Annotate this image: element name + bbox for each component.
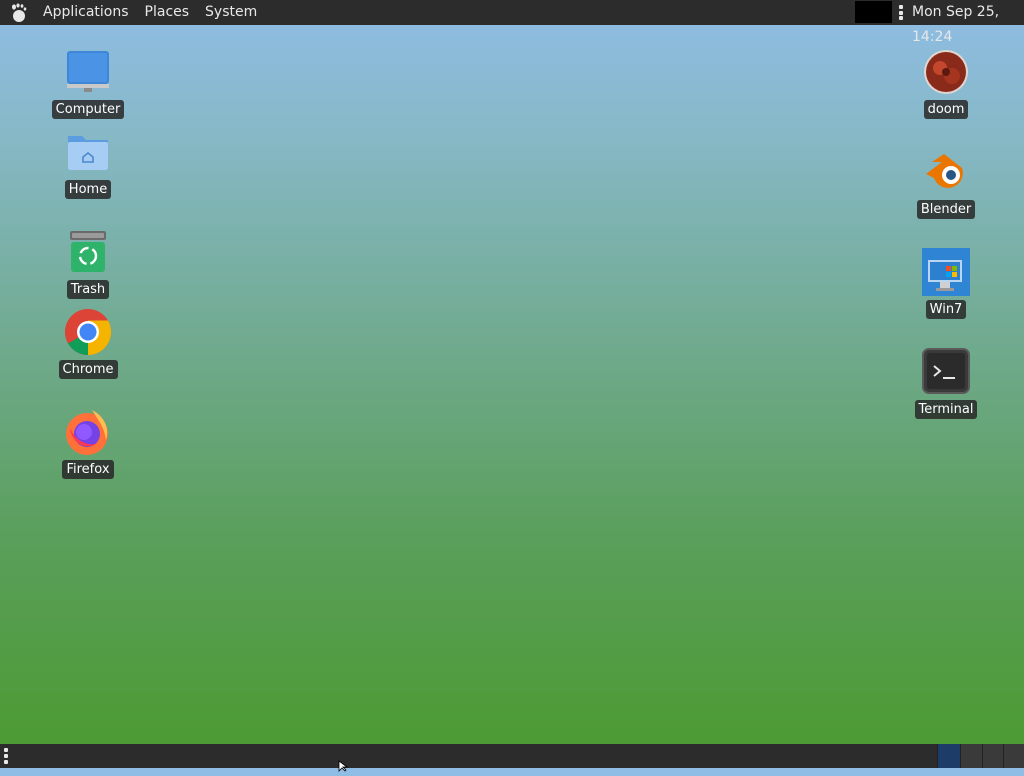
icon-label: doom <box>923 100 969 119</box>
terminal-icon <box>922 348 970 396</box>
desktop-icon-home[interactable]: Home <box>48 128 128 199</box>
menu-applications[interactable]: Applications <box>35 0 137 25</box>
menu-places[interactable]: Places <box>137 0 198 25</box>
blender-icon <box>922 148 970 196</box>
icon-label: Trash <box>66 280 110 299</box>
workspace-3[interactable] <box>982 744 1005 768</box>
desktop-icon-terminal[interactable]: Terminal <box>906 348 986 419</box>
desktop-icon-computer[interactable]: Computer <box>48 48 128 119</box>
workspace-4[interactable] <box>1003 744 1024 768</box>
tray-area[interactable] <box>855 1 892 23</box>
computer-icon <box>64 48 112 96</box>
firefox-icon <box>64 408 112 456</box>
desktop-icon-win7[interactable]: Win7 <box>906 248 986 319</box>
icon-label: Computer <box>51 100 125 119</box>
panel-handle-icon[interactable] <box>899 5 903 20</box>
icon-label: Home <box>64 180 112 199</box>
doom-icon <box>922 48 970 96</box>
panel-handle-icon[interactable] <box>4 748 8 764</box>
clock[interactable]: Mon Sep 25, 14:24 <box>912 0 1024 50</box>
home-folder-icon <box>64 128 112 176</box>
icon-label: Blender <box>916 200 976 219</box>
desktop-icon-doom[interactable]: doom <box>906 48 986 119</box>
icon-label: Chrome <box>58 360 118 379</box>
icon-label: Firefox <box>62 460 114 479</box>
desktop-icon-chrome[interactable]: Chrome <box>48 308 128 379</box>
desktop-icon-trash[interactable]: Trash <box>48 228 128 299</box>
top-panel: Applications Places System Mon Sep 25, 1… <box>0 0 1024 45</box>
win7-icon <box>922 248 970 296</box>
trash-icon <box>64 228 112 276</box>
workspace-2[interactable] <box>960 744 983 768</box>
icon-label: Win7 <box>925 300 967 319</box>
icon-label: Terminal <box>914 400 978 419</box>
gnome-foot-icon[interactable] <box>8 2 30 24</box>
desktop-icon-firefox[interactable]: Firefox <box>48 408 128 479</box>
chrome-icon <box>64 308 112 356</box>
bottom-panel <box>0 744 1024 768</box>
menu-system[interactable]: System <box>197 0 265 25</box>
workspace-1[interactable] <box>937 744 960 768</box>
desktop-icon-blender[interactable]: Blender <box>906 148 986 219</box>
mouse-pointer-icon <box>338 757 350 776</box>
